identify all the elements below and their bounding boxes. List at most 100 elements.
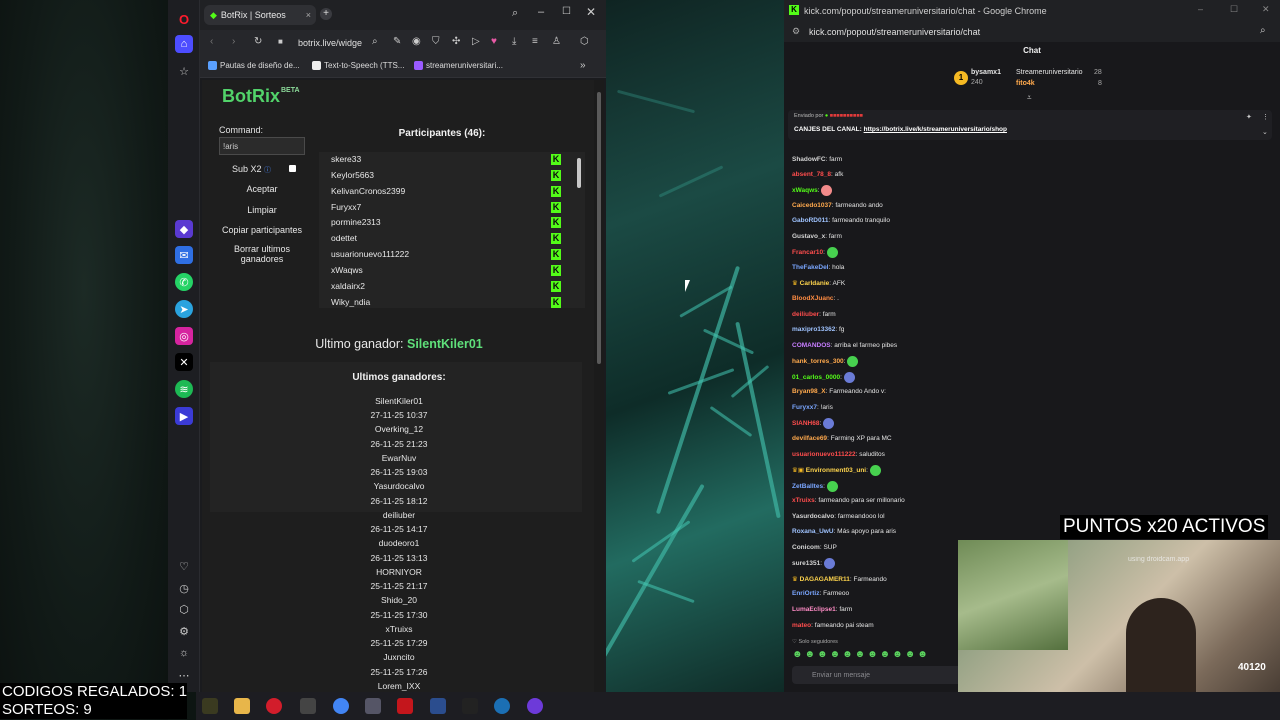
- url-field[interactable]: botrix.live/widge: [298, 35, 368, 51]
- star-icon[interactable]: ☆: [175, 62, 193, 80]
- history-icon[interactable]: ◷: [175, 579, 193, 597]
- box-icon[interactable]: ⬡: [580, 36, 589, 47]
- home-icon[interactable]: ⌂: [175, 35, 193, 53]
- back-icon[interactable]: ‹: [210, 36, 213, 47]
- tab-close-icon[interactable]: ×: [306, 10, 311, 20]
- bookmark-item[interactable]: streameruniversitari...: [414, 61, 503, 70]
- lightbulb-icon[interactable]: ☼: [175, 644, 193, 662]
- participant-name: odettet: [331, 233, 357, 243]
- chevron-down-icon[interactable]: ⌄: [1262, 128, 1268, 136]
- minimize-icon[interactable]: –: [1198, 4, 1203, 14]
- reload-icon[interactable]: ↻: [254, 36, 262, 47]
- red-app-icon[interactable]: [397, 698, 413, 714]
- chat-message: ♛ Carldanie: AFK: [792, 280, 846, 287]
- participants-list[interactable]: skere33 Keylor5663 KelivanCronos2399 Fur…: [319, 152, 585, 308]
- menu-icon[interactable]: ≡: [532, 36, 538, 47]
- maximize-icon[interactable]: ☐: [1230, 4, 1238, 15]
- site-info-icon[interactable]: ⚙: [792, 26, 800, 37]
- app-icon[interactable]: [300, 698, 316, 714]
- more-options-icon[interactable]: ⋮: [1262, 113, 1269, 121]
- search-tabs-icon[interactable]: ⌕: [512, 7, 518, 20]
- opera-logo-icon[interactable]: O: [175, 10, 193, 28]
- instagram-icon[interactable]: ◎: [175, 327, 193, 345]
- tab-botrix[interactable]: ◆ BotRix | Sorteos ×: [204, 5, 316, 25]
- clear-button[interactable]: Limpiar: [219, 205, 305, 215]
- epic-games-icon[interactable]: [462, 698, 478, 714]
- command-input[interactable]: [219, 137, 305, 155]
- bookmark-label: streameruniversitari...: [426, 61, 503, 70]
- desktop: O ⌂ ☆ ◆ ✉ ✆ ➤ ◎ ✕ ≋ ▶ ♡ ◷ ⬡ ⚙ ☼ ⋯ ◆ BotR…: [0, 0, 1280, 720]
- emote-bar[interactable]: ☻☻☻☻☻☻☻☻☻☻☻: [792, 649, 930, 660]
- widgets-icon[interactable]: [202, 698, 218, 714]
- page-scrollbar[interactable]: [594, 80, 604, 692]
- calculator-icon[interactable]: [365, 698, 381, 714]
- chat-header: Chat: [1023, 46, 1041, 55]
- chat-message: absent_78_8: afk: [792, 171, 844, 178]
- winner-name: Lorem_IXX: [377, 681, 421, 691]
- play-icon[interactable]: ▷: [472, 36, 480, 47]
- download-icon[interactable]: ⤓: [512, 36, 516, 47]
- zoom-icon[interactable]: ⌕: [372, 36, 378, 47]
- sub-x2-checkbox[interactable]: [289, 165, 296, 172]
- stats-overlay: CODIGOS REGALADOS: 1 SORTEOS: 9: [0, 683, 188, 719]
- minimize-icon[interactable]: –: [538, 6, 544, 18]
- bookmark-icon: [414, 61, 423, 70]
- vscode-icon[interactable]: [430, 698, 446, 714]
- accept-button[interactable]: Aceptar: [219, 184, 305, 194]
- forward-icon[interactable]: ›: [232, 36, 235, 47]
- telegram-icon[interactable]: ➤: [175, 300, 193, 318]
- kick-badge-icon: K: [551, 202, 561, 213]
- messenger-icon[interactable]: ✉: [175, 246, 193, 264]
- chevron-down-icon[interactable]: ⩡: [1027, 93, 1032, 103]
- steam-icon[interactable]: [494, 698, 510, 714]
- extension-icon[interactable]: ✣: [452, 36, 460, 47]
- aria-icon[interactable]: ◆: [175, 220, 193, 238]
- bookmark-item[interactable]: Pautas de diseño de...: [208, 61, 300, 70]
- bookmark-item[interactable]: Text-to-Speech (TTS...: [312, 61, 404, 70]
- new-tab-button[interactable]: +: [320, 8, 332, 20]
- bookmarks-more-icon[interactable]: »: [580, 60, 586, 71]
- close-window-icon[interactable]: ✕: [586, 5, 596, 19]
- participant-name: xWaqws: [331, 265, 363, 275]
- copy-participants-button[interactable]: Copiar participantes: [219, 225, 305, 235]
- spotify-icon[interactable]: ≋: [175, 380, 193, 398]
- camera-icon[interactable]: ◉: [412, 36, 421, 47]
- clear-winners-button[interactable]: Borrar ultimos ganadores: [220, 244, 304, 264]
- url-field[interactable]: kick.com/popout/streameruniversitario/ch…: [809, 27, 980, 37]
- winner-name: Shido_20: [381, 595, 417, 605]
- codes-counter: CODIGOS REGALADOS: 1: [2, 683, 188, 700]
- edit-icon[interactable]: ✎: [393, 36, 401, 47]
- chat-username: ZetBalltes: [792, 483, 824, 491]
- obs-icon[interactable]: [527, 698, 543, 714]
- chat-message: Caicedo1037: farmeando ando: [792, 202, 883, 209]
- kick-badge-icon: K: [551, 217, 561, 228]
- pin-icon[interactable]: ✦: [1246, 113, 1252, 121]
- chrome-address-bar[interactable]: ⚙ kick.com/popout/streameruniversitario/…: [784, 22, 1280, 42]
- settings-icon[interactable]: ⚙: [175, 622, 193, 640]
- maximize-icon[interactable]: ☐: [562, 6, 571, 17]
- shield-icon[interactable]: ⛉: [432, 36, 440, 47]
- chat-message: EnriOrtiz: Farmeoo: [792, 590, 850, 597]
- heart-icon[interactable]: ♡: [175, 557, 193, 575]
- chat-username: 01_carlos_0000: [792, 374, 841, 382]
- cube-icon[interactable]: ⬡: [175, 600, 193, 618]
- page-scrollbar-thumb[interactable]: [597, 92, 601, 364]
- account-icon[interactable]: ♙: [552, 36, 561, 47]
- participants-scrollbar[interactable]: [577, 158, 581, 188]
- kick-badge-icon: K: [551, 233, 561, 244]
- more-icon[interactable]: ⋯: [175, 666, 193, 684]
- chrome-icon[interactable]: [333, 698, 349, 714]
- emote-icon: [843, 372, 855, 383]
- pinned-message[interactable]: Enviado por ● ■■■■■■■■■■ CANJES DEL CANA…: [788, 110, 1272, 140]
- opera-icon[interactable]: [266, 698, 282, 714]
- winner-date: 26-11-25 19:03: [370, 467, 428, 477]
- chat-username: COMANDOS: [792, 342, 831, 349]
- file-explorer-icon[interactable]: [234, 698, 250, 714]
- x-icon[interactable]: ✕: [175, 353, 193, 371]
- heart-fill-icon[interactable]: ♥: [491, 36, 497, 47]
- player-icon[interactable]: ▶: [175, 407, 193, 425]
- emote-icon: [869, 465, 881, 476]
- whatsapp-icon[interactable]: ✆: [175, 273, 193, 291]
- search-icon[interactable]: ⌕: [1260, 25, 1266, 36]
- close-window-icon[interactable]: ✕: [1262, 4, 1270, 15]
